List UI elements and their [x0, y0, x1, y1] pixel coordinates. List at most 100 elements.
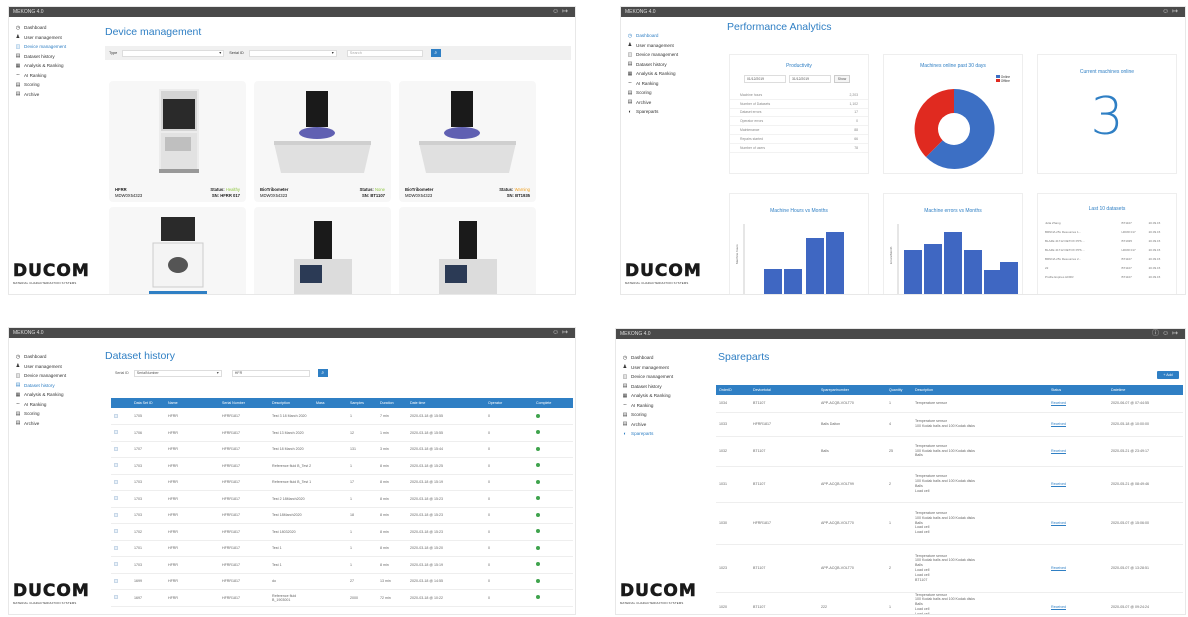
col-order-id[interactable]: OrderID: [716, 385, 750, 395]
row-checkbox[interactable]: [114, 413, 118, 418]
row-checkbox[interactable]: [114, 479, 118, 484]
col-description[interactable]: Description: [912, 385, 1048, 395]
row-checkbox[interactable]: [114, 595, 118, 600]
sidebar-item-analysis[interactable]: ▦ Analysis & Ranking: [9, 61, 97, 71]
col-duration[interactable]: Duration: [377, 398, 407, 408]
col-serial[interactable]: Serial Number: [219, 398, 269, 408]
row-checkbox[interactable]: [114, 578, 118, 583]
list-item[interactable]: Profile Expires HFRR BT1107 20.09.15: [1045, 272, 1171, 281]
sidebar-item-dashboard[interactable]: ◷ Dashboard: [9, 23, 97, 33]
table-row[interactable]: 1697 HFRR HFRR1817 Reference fluid B_190300…: [111, 589, 573, 607]
col-mass[interactable]: Mass: [313, 398, 347, 408]
status-link[interactable]: Received: [1051, 422, 1066, 426]
table-row[interactable]: 1034 BT1107 APP-ACQB-VOLT70 1 Temperature se…: [716, 395, 1183, 413]
list-item[interactable]: BRNNA 25x Resources 1... HFRR 017 20.09.15: [1045, 227, 1171, 236]
search-button[interactable]: ⌕: [317, 369, 328, 377]
sidebar-item-scoring[interactable]: ▤ Scoring: [621, 88, 713, 98]
row-checkbox[interactable]: [114, 430, 118, 435]
table-row[interactable]: 1703 HFRR HFRR1817 Test 1 18 min 2020-03-18 @…: [111, 556, 573, 574]
status-link[interactable]: Received: [1051, 482, 1066, 486]
sidebar-item-ai-ranking[interactable]: ∼ AI Ranking: [616, 401, 708, 411]
col-quantity[interactable]: Quantity: [886, 385, 912, 395]
table-row[interactable]: 1707 HFRR HFRR1817 Test 18 March 2020 131 3 m…: [111, 441, 573, 458]
status-link[interactable]: Received: [1051, 566, 1066, 570]
sidebar-item-ai-ranking[interactable]: ∼ AI Ranking: [9, 400, 97, 410]
sidebar-item-dashboard[interactable]: ◷ Dashboard: [616, 353, 708, 363]
table-row[interactable]: 1706 HFRR HFRR1817 Test 13 March 2020 12 1 mi…: [111, 424, 573, 442]
logout-icon[interactable]: ↦: [562, 329, 571, 336]
col-dataset-id[interactable]: Data Set ID: [131, 398, 165, 408]
user-icon[interactable]: ☺: [1162, 330, 1172, 337]
table-row[interactable]: 1701 HFRR HFRR1817 Test 1 18 min 2020-03-18 @…: [111, 540, 573, 557]
help-icon[interactable]: ⓘ: [1152, 330, 1162, 337]
table-row[interactable]: 1703 HFRR HFRR1817 Test 2 18March2020 1 8 min…: [111, 490, 573, 508]
sidebar-item-spareparts[interactable]: ◐ Spareparts: [616, 429, 708, 439]
device-card[interactable]: BioTribometer MDW0X54323 Status: None SN…: [254, 81, 391, 202]
table-row[interactable]: 1033 HFRR1817 Balls Dalton 4 Temperature sen…: [716, 412, 1183, 437]
sidebar-item-user-management[interactable]: ♟ User management: [616, 363, 708, 373]
col-devicetotal[interactable]: Devicetotal: [750, 385, 818, 395]
col-sparepartnumber[interactable]: Sparepartnumber: [818, 385, 886, 395]
sidebar-item-scoring[interactable]: ▤ Scoring: [9, 80, 97, 90]
sidebar-item-analysis[interactable]: ▦ Analysis & Ranking: [9, 390, 97, 400]
row-checkbox[interactable]: [114, 529, 118, 534]
serial-filter-select[interactable]: ▾: [248, 49, 337, 57]
date-to-input[interactable]: 31/12/2019: [789, 75, 831, 83]
table-row[interactable]: 1699 HFRR HFRR1817 do 27 13 min 2020-03-18 @ 1…: [111, 573, 573, 590]
sidebar-item-dataset-history[interactable]: ▤ Dataset history: [616, 382, 708, 392]
table-row[interactable]: 1703 HFRR HFRR1817 Test 18March2020 18 8 min 2…: [111, 507, 573, 524]
col-datetime[interactable]: Datetime: [1108, 385, 1183, 395]
device-card[interactable]: [109, 207, 246, 294]
sidebar-item-device-management[interactable]: ◫ Device management: [621, 50, 713, 60]
sidebar-item-user-management[interactable]: ♟ User management: [9, 33, 97, 43]
type-filter-select[interactable]: ▾: [122, 49, 225, 57]
sidebar-item-archive[interactable]: ▤ Archive: [9, 90, 97, 100]
row-checkbox[interactable]: [114, 446, 118, 451]
filter-select[interactable]: SerialNumber ▾: [133, 369, 222, 377]
list-item[interactable]: BRNNA 25x Resources 2... BT1107 20.09.15: [1045, 254, 1171, 263]
user-icon[interactable]: ☺: [1162, 8, 1172, 15]
status-link[interactable]: Received: [1051, 401, 1066, 405]
table-row[interactable]: 1702 HFRR HFRR1817 Test 18032020 1 8 min 2020-…: [111, 523, 573, 541]
search-button[interactable]: ⌕: [430, 49, 441, 57]
sidebar-item-spareparts[interactable]: ◐ Spareparts: [621, 107, 713, 117]
date-from-input[interactable]: 01/12/2019: [744, 75, 786, 83]
table-row[interactable]: 1020 BT1107 222 1 Temperature sensor 100 Koda…: [716, 592, 1183, 614]
sidebar-item-archive[interactable]: ▤ Archive: [621, 98, 713, 108]
table-row[interactable]: 1031 BT1107 APP-ACQB-VOLT99 2 Temperature se…: [716, 466, 1183, 503]
logout-icon[interactable]: ↦: [562, 8, 571, 15]
sidebar-item-scoring[interactable]: ▤ Scoring: [616, 410, 708, 420]
status-link[interactable]: Received: [1051, 605, 1066, 609]
col-samples[interactable]: Samples: [347, 398, 377, 408]
sidebar-item-archive[interactable]: ▤ Archive: [9, 419, 97, 429]
search-input[interactable]: Search: [346, 49, 423, 57]
row-checkbox[interactable]: [114, 463, 118, 468]
sidebar-item-dashboard[interactable]: ◷ Dashboard: [621, 31, 713, 41]
device-card[interactable]: BioTribometer MDW0X54323 Status: Warning…: [399, 81, 536, 202]
status-link[interactable]: Received: [1051, 521, 1066, 525]
sidebar-item-device-management[interactable]: ◫ Device management: [616, 372, 708, 382]
col-complete[interactable]: Complete: [533, 398, 573, 408]
sidebar-item-scoring[interactable]: ▤ Scoring: [9, 409, 97, 419]
col-description[interactable]: Description: [269, 398, 313, 408]
sidebar-item-ai-ranking[interactable]: ∼ AI Ranking: [9, 71, 97, 81]
device-card[interactable]: [399, 207, 536, 294]
col-name[interactable]: Name: [165, 398, 219, 408]
col-operator[interactable]: Operator: [485, 398, 533, 408]
logout-icon[interactable]: ↦: [1172, 330, 1181, 337]
user-icon[interactable]: ☺: [552, 329, 562, 336]
sidebar-item-dashboard[interactable]: ◷ Dashboard: [9, 352, 97, 362]
sidebar-item-archive[interactable]: ▤ Archive: [616, 420, 708, 430]
row-checkbox[interactable]: [114, 496, 118, 501]
table-row[interactable]: 1703 HFRR HFRR1817 Reference fluid B_Test 1…: [111, 474, 573, 491]
sidebar-item-device-management[interactable]: ◫ Device management: [9, 371, 97, 381]
show-button[interactable]: Show: [834, 75, 850, 83]
col-datetime[interactable]: Date time: [407, 398, 485, 408]
search-input[interactable]: HFR: [231, 369, 310, 377]
user-icon[interactable]: ☺: [552, 8, 562, 15]
row-checkbox[interactable]: [114, 512, 118, 517]
sidebar-item-dataset-history[interactable]: ▤ Dataset history: [9, 381, 97, 391]
sidebar-item-dataset-history[interactable]: ▤ Dataset history: [9, 52, 97, 62]
list-item[interactable]: BLAZE 41712 DETOX PPS ... BT1935 20.09.15: [1045, 236, 1171, 245]
row-checkbox[interactable]: [114, 545, 118, 550]
